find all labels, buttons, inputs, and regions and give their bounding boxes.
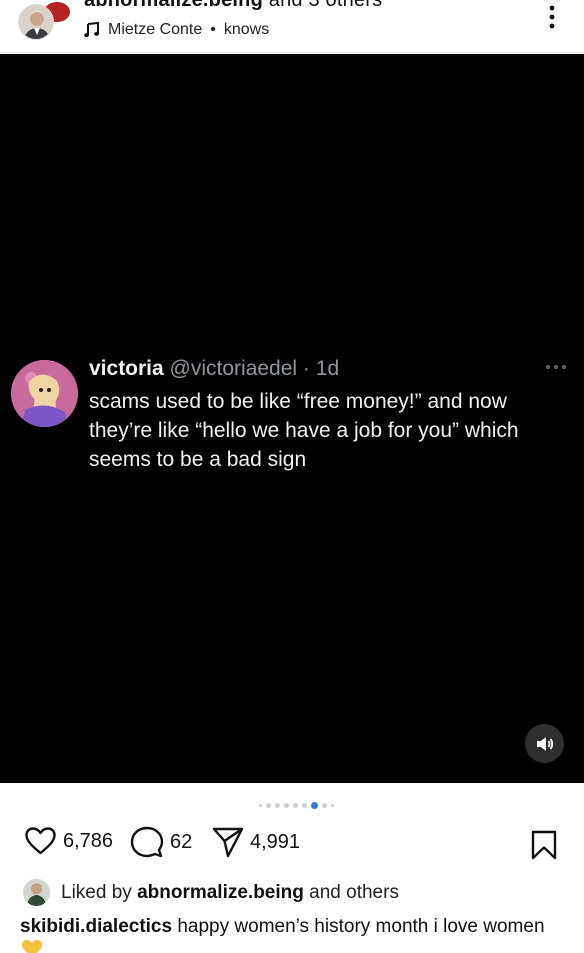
music-note-icon [84,22,99,38]
liker-avatar [23,879,50,906]
collab-author-username[interactable]: abnormalize.being [84,0,263,11]
carousel-dot [258,803,262,807]
bookmark-icon[interactable] [531,830,557,860]
caption-text: happy women’s history month i love women [177,916,545,937]
comment-action[interactable]: 62 [130,826,192,858]
share-action[interactable]: 4,991 [212,826,300,858]
comment-icon[interactable] [130,826,164,858]
tweet-text: scams used to be like “free money!” and … [89,390,519,471]
share-count[interactable]: 4,991 [250,831,300,854]
tweet-more-icon [545,364,567,370]
tweet-author-name: victoria [89,357,164,380]
carousel-dot [321,802,327,808]
like-action[interactable]: 6,786 [24,826,113,856]
liked-by-prefix: Liked by [61,881,132,903]
post-header: abnormalize.being and 3 others Mietze Co… [0,0,584,53]
audio-artist: Mietze Conte [108,21,203,38]
heart-icon[interactable] [24,826,57,856]
audio-title: knows [223,21,270,38]
carousel-dot [274,802,280,808]
carousel-dot [301,802,307,808]
yellow-heart-emoji-icon [22,940,42,953]
tweet-author-handle: @victoriaedel [169,357,298,380]
collab-others-text[interactable]: and 3 others [263,0,382,11]
collab-authors[interactable]: abnormalize.being and 3 others [84,0,382,12]
carousel-dot [292,802,298,808]
like-count[interactable]: 6,786 [63,830,113,853]
caption-username[interactable]: skibidi.dialectics [20,916,172,937]
tweet-author-avatar [11,360,78,427]
send-icon[interactable] [212,826,244,858]
liked-by-row[interactable]: Liked by abnormalize.being and others [23,879,399,906]
tweet-timestamp: · 1d [302,357,340,380]
carousel-dot [330,803,334,807]
carousel-dot-active [310,801,318,809]
post-caption: skibidi.dialectics happy women’s history… [20,913,580,941]
speaker-icon [536,736,553,751]
liked-by-user[interactable]: abnormalize.being [137,882,304,903]
comment-count[interactable]: 62 [170,831,192,854]
tweet-header: victoria @victoriaedel · 1d [89,357,339,381]
mute-toggle-button[interactable] [525,724,564,763]
carousel-indicator [0,801,584,809]
audio-separator: • [210,21,216,38]
liked-by-suffix[interactable]: and others [309,882,399,903]
more-options-icon[interactable] [542,5,562,31]
carousel-dot [283,802,289,808]
action-bar: 6,786 62 4,991 [0,826,584,866]
author-avatar[interactable] [18,4,54,40]
post-media[interactable]: victoria @victoriaedel · 1d scams used t… [0,54,584,783]
audio-attribution[interactable]: Mietze Conte • knows [84,21,269,39]
carousel-dot [265,802,271,808]
